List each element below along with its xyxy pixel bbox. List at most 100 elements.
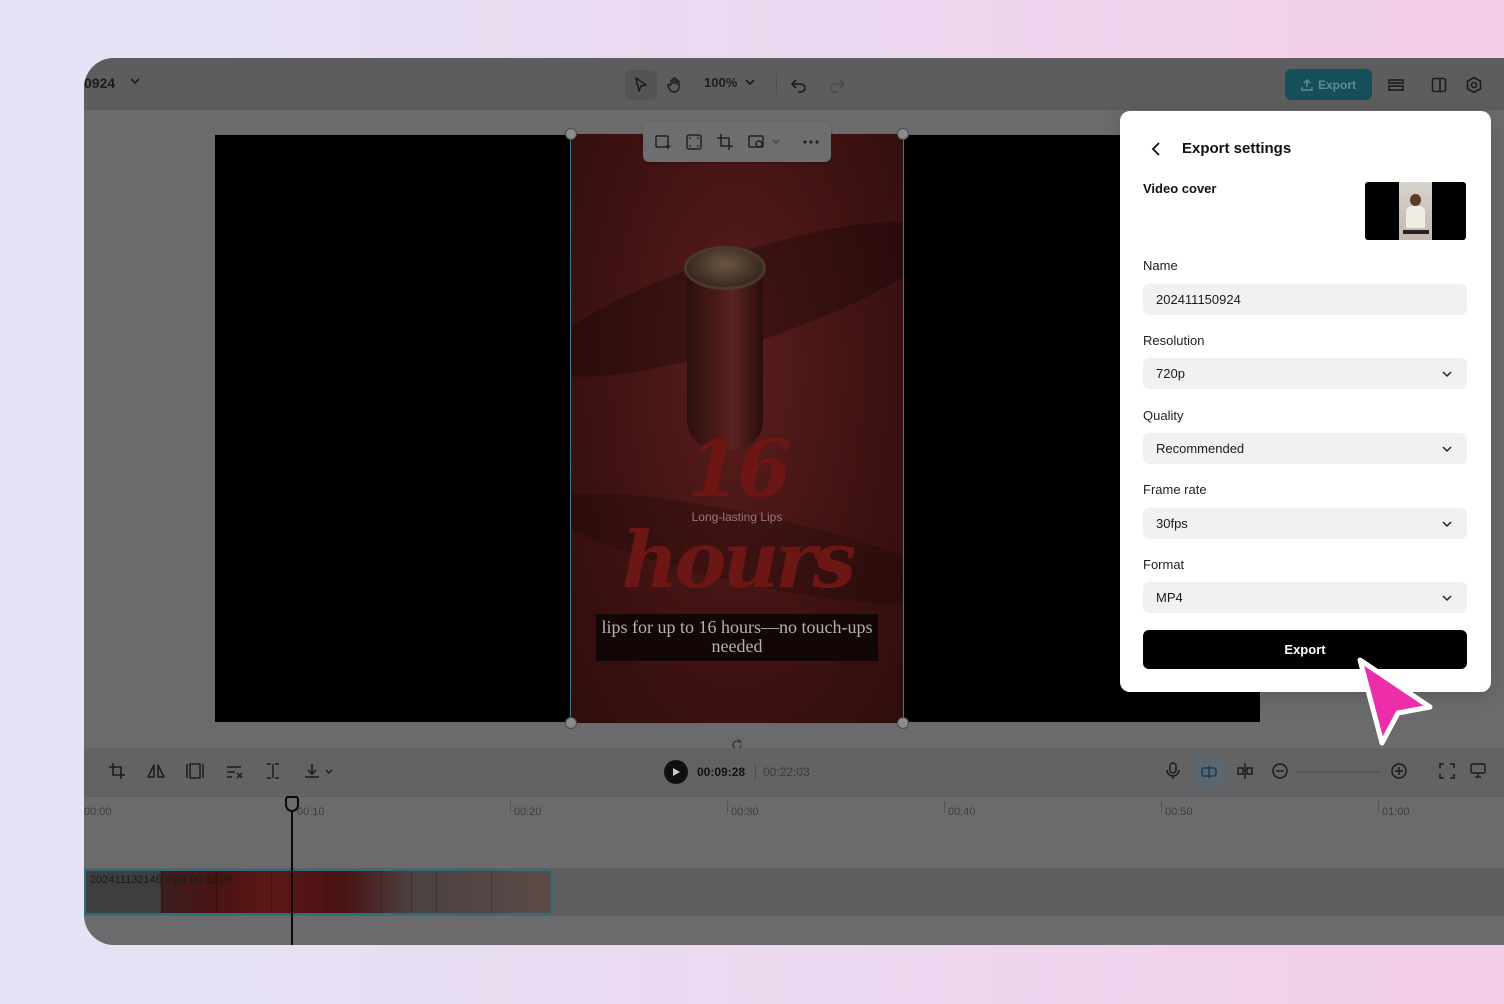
quality-select[interactable]: Recommended xyxy=(1143,433,1467,464)
layers-button[interactable] xyxy=(1380,70,1412,100)
back-arrow-icon[interactable] xyxy=(1148,140,1164,158)
ruler-tick xyxy=(1378,801,1379,813)
pointer-icon xyxy=(635,77,647,92)
play-icon xyxy=(673,768,680,776)
clip-frame-divider xyxy=(436,871,437,913)
quality-label: Quality xyxy=(1143,408,1184,423)
ruler-tick xyxy=(727,801,728,813)
more-icon[interactable] xyxy=(801,133,821,151)
current-time: 00:09:28 xyxy=(697,765,746,779)
chevron-down-icon[interactable] xyxy=(324,767,334,777)
split-view-icon[interactable] xyxy=(1235,762,1255,780)
crop-icon[interactable] xyxy=(108,762,126,780)
quality-value: Recommended xyxy=(1156,441,1245,456)
replace-media-icon[interactable] xyxy=(654,133,672,151)
chevron-down-icon xyxy=(1442,521,1452,528)
thumbnail-person xyxy=(1410,194,1421,206)
chevron-down-icon xyxy=(1442,371,1452,378)
select-tool-button[interactable] xyxy=(625,70,657,100)
hand-tool-button[interactable] xyxy=(659,70,691,100)
chevron-down-icon[interactable] xyxy=(744,76,756,88)
video-cover-label: Video cover xyxy=(1143,181,1217,196)
flip-icon[interactable] xyxy=(146,762,166,780)
clip-label: 20241113214б.mp4 00:22:03 xyxy=(90,874,233,886)
chevron-down-icon[interactable] xyxy=(771,137,781,147)
panel-toggle-button[interactable] xyxy=(1423,70,1455,100)
frame-rate-select[interactable]: 30fps xyxy=(1143,508,1467,539)
thumbnail-caption xyxy=(1403,230,1429,234)
crop-icon[interactable] xyxy=(716,133,734,151)
undo-button[interactable] xyxy=(783,70,815,100)
resolution-label: Resolution xyxy=(1143,333,1205,348)
zoom-out-icon[interactable] xyxy=(1271,762,1289,780)
ruler-label: 00:00 xyxy=(84,806,112,818)
download-icon[interactable] xyxy=(303,762,321,780)
chevron-down-icon xyxy=(1442,446,1452,453)
total-time: 00:22:03 xyxy=(763,765,810,779)
export-settings-panel: Export settings Video cover Name 2024111… xyxy=(1120,111,1491,692)
export-top-button[interactable]: Export xyxy=(1285,69,1372,100)
zoom-level[interactable]: 100% xyxy=(704,75,737,90)
redo-button[interactable] xyxy=(821,70,853,100)
ruler-label: 00:30 xyxy=(731,806,759,818)
floating-toolbar xyxy=(643,122,831,162)
undo-icon xyxy=(790,79,806,93)
play-button[interactable] xyxy=(664,760,688,784)
zoom-in-icon[interactable] xyxy=(1390,762,1408,780)
clip-frame-divider xyxy=(271,871,272,913)
fullscreen-icon[interactable] xyxy=(1438,762,1456,780)
hand-icon xyxy=(667,77,680,93)
video-cover-thumbnail[interactable] xyxy=(1365,182,1466,240)
export-top-label: Export xyxy=(1317,77,1356,92)
clip-frame-divider xyxy=(491,871,492,913)
name-label: Name xyxy=(1143,258,1178,273)
ruler-label: 00:10 xyxy=(297,806,325,818)
resolution-value: 720p xyxy=(1156,366,1185,381)
panel-title: Export settings xyxy=(1182,140,1292,157)
timeline-zoom-slider[interactable] xyxy=(1297,771,1381,773)
frame-rate-label: Frame rate xyxy=(1143,482,1207,497)
chevron-down-icon[interactable] xyxy=(128,74,142,88)
ruler-tick xyxy=(1161,801,1162,813)
top-toolbar: 0924 100% Export xyxy=(84,58,1504,110)
lipstick-image xyxy=(687,270,763,450)
fit-frame-icon[interactable] xyxy=(685,133,703,151)
microphone-icon[interactable] xyxy=(1165,762,1181,780)
sidebar-icon xyxy=(1431,77,1447,93)
gear-icon xyxy=(1466,76,1482,94)
lipstick-cap-image xyxy=(684,246,766,290)
frame-rate-value: 30fps xyxy=(1156,516,1188,531)
resize-handle-top-left[interactable] xyxy=(565,128,577,140)
settings-button[interactable] xyxy=(1458,70,1490,100)
ruler-tick xyxy=(510,801,511,813)
monitor-icon[interactable] xyxy=(1469,762,1487,780)
layers-icon xyxy=(1388,79,1404,91)
name-field[interactable]: 202411150924 xyxy=(1143,284,1467,315)
ruler-label: 01:00 xyxy=(1382,806,1410,818)
ruler-label: 00:50 xyxy=(1165,806,1193,818)
video-preview[interactable]: 16 hours Long-lasting Lips lips for up t… xyxy=(570,133,904,724)
resize-handle-bottom-left[interactable] xyxy=(565,717,577,729)
ruler-label: 00:20 xyxy=(514,806,542,818)
ruler-label: 00:40 xyxy=(948,806,976,818)
playhead-handle[interactable] xyxy=(285,796,299,812)
video-clip[interactable]: 20241113214б.mp4 00:22:03 xyxy=(84,869,553,915)
project-name[interactable]: 0924 xyxy=(84,75,115,91)
redo-icon xyxy=(830,79,846,93)
playhead-line xyxy=(291,806,293,945)
format-select[interactable]: MP4 xyxy=(1143,582,1467,613)
mouse-cursor-icon xyxy=(1357,657,1433,746)
upload-icon xyxy=(1301,78,1313,91)
resize-handle-bottom-right[interactable] xyxy=(897,717,909,729)
auto-snap-button[interactable] xyxy=(1194,757,1224,787)
resolution-select[interactable]: 720p xyxy=(1143,358,1467,389)
trim-icon[interactable] xyxy=(264,762,282,780)
resize-handle-top-right[interactable] xyxy=(897,128,909,140)
speed-icon[interactable] xyxy=(225,762,245,780)
chevron-down-icon xyxy=(1442,595,1452,602)
video-caption[interactable]: lips for up to 16 hours—no touch-ups nee… xyxy=(596,614,878,661)
split-icon[interactable] xyxy=(185,762,205,780)
mask-icon[interactable] xyxy=(747,133,765,151)
clip-frame-divider xyxy=(411,871,412,913)
format-label: Format xyxy=(1143,557,1185,572)
